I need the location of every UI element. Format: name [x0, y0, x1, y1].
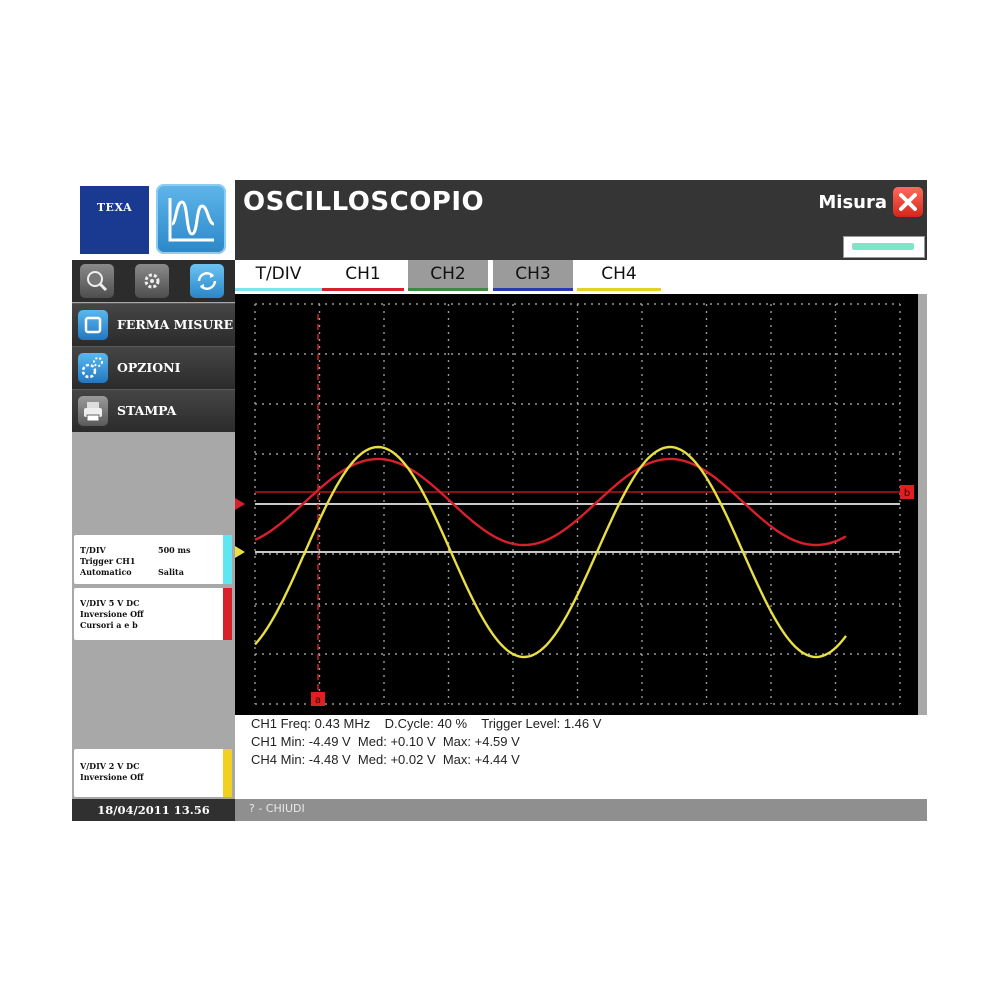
tab-label: T/DIV	[255, 264, 302, 284]
tab-underline	[493, 288, 573, 291]
ch1-inversion: Inversione Off	[80, 609, 144, 619]
tab-underline	[577, 288, 661, 291]
ch1-color-strip	[223, 588, 232, 640]
oscilloscope-screen[interactable]: ab	[235, 294, 918, 715]
ch4-vdiv: V/DIV 2 V DC	[80, 761, 140, 771]
settings-icon[interactable]	[135, 264, 169, 298]
ch1-waveform	[254, 457, 847, 547]
trigger-mode: Automatico	[80, 567, 132, 577]
tab-underline	[322, 288, 404, 291]
tab-ch2[interactable]: CH2	[408, 260, 488, 291]
measurement-readout: CH1 Freq: 0.43 MHz D.Cycle: 40 % Trigger…	[235, 715, 927, 799]
ch4-ground-marker	[235, 546, 245, 558]
tab-ch3[interactable]: CH3	[493, 260, 573, 291]
cursor-a-label: a	[315, 695, 321, 706]
stop-measure-button[interactable]: FERMA MISURE	[72, 303, 235, 346]
menu-label: FERMA MISURE	[117, 317, 234, 332]
tool-toolbar	[72, 260, 235, 302]
ch4-inversion: Inversione Off	[80, 772, 144, 782]
ch4-color-strip	[223, 749, 232, 797]
tab-label: CH3	[515, 264, 551, 284]
ch1-cursors: Cursori a e b	[80, 620, 138, 630]
trigger-source: Trigger CH1	[80, 556, 136, 566]
ch1-info-card[interactable]: V/DIV 5 V DC Inversione Off Cursori a e …	[74, 588, 232, 640]
readout-line-ch4: CH4 Min: -4.48 V Med: +0.02 V Max: +4.44…	[251, 752, 520, 767]
menu-label: OPZIONI	[117, 360, 181, 375]
channel-tabs: T/DIV CH1 CH2 CH3 CH4	[235, 260, 927, 294]
page-title: OSCILLOSCOPIO	[243, 187, 485, 217]
timebase-label: T/DIV	[80, 545, 106, 555]
ch1-vdiv: V/DIV 5 V DC	[80, 598, 140, 608]
close-button[interactable]	[893, 187, 923, 217]
mode-label: Misura	[818, 192, 887, 213]
menu-label: STAMPA	[117, 403, 177, 418]
oscilloscope-app-icon	[156, 184, 226, 254]
print-button[interactable]: STAMPA	[72, 389, 235, 432]
waveform-plot: ab	[235, 303, 914, 706]
tab-label: CH1	[345, 264, 381, 284]
ch1-ground-marker	[235, 498, 245, 510]
close-hint[interactable]: ? - CHIUDI	[249, 802, 305, 815]
trigger-slope: Salita	[158, 567, 184, 577]
auto-setup-icon[interactable]	[190, 264, 224, 298]
texa-logo: TEXA	[80, 186, 149, 254]
tab-underline	[408, 288, 488, 291]
cursor-b-label: b	[904, 488, 910, 499]
tab-underline	[235, 288, 322, 291]
tab-ch4[interactable]: CH4	[577, 260, 661, 291]
options-button[interactable]: OPZIONI	[72, 346, 235, 389]
header: OSCILLOSCOPIO Misura	[235, 180, 927, 260]
gears-icon	[78, 353, 108, 383]
timebase-value: 500 ms	[158, 545, 191, 555]
header-slider-fill	[852, 243, 914, 250]
logo-bar: TEXA	[72, 180, 235, 260]
header-slider[interactable]	[843, 236, 925, 258]
readout-line-ch1: CH1 Min: -4.49 V Med: +0.10 V Max: +4.59…	[251, 734, 520, 749]
oscilloscope-app: TEXA FERMA MISURE OPZIONI STAMPA T/DIV 5…	[72, 180, 927, 821]
ch4-info-card[interactable]: V/DIV 2 V DC Inversione Off	[74, 749, 232, 797]
tab-label: CH4	[601, 264, 637, 284]
tab-ch1[interactable]: CH1	[322, 260, 404, 291]
stop-icon	[78, 310, 108, 340]
zoom-icon[interactable]	[80, 264, 114, 298]
datetime: 18/04/2011 13.56	[72, 799, 235, 821]
printer-icon	[78, 396, 108, 426]
timebase-color-strip	[223, 535, 232, 584]
tab-tdiv[interactable]: T/DIV	[235, 260, 322, 291]
readout-line-freq: CH1 Freq: 0.43 MHz D.Cycle: 40 % Trigger…	[251, 716, 602, 731]
status-bar: ? - CHIUDI	[235, 799, 927, 821]
close-icon	[899, 193, 917, 211]
timebase-info-card[interactable]: T/DIV 500 ms Trigger CH1 Automatico Sali…	[74, 535, 232, 584]
tab-label: CH2	[430, 264, 466, 284]
